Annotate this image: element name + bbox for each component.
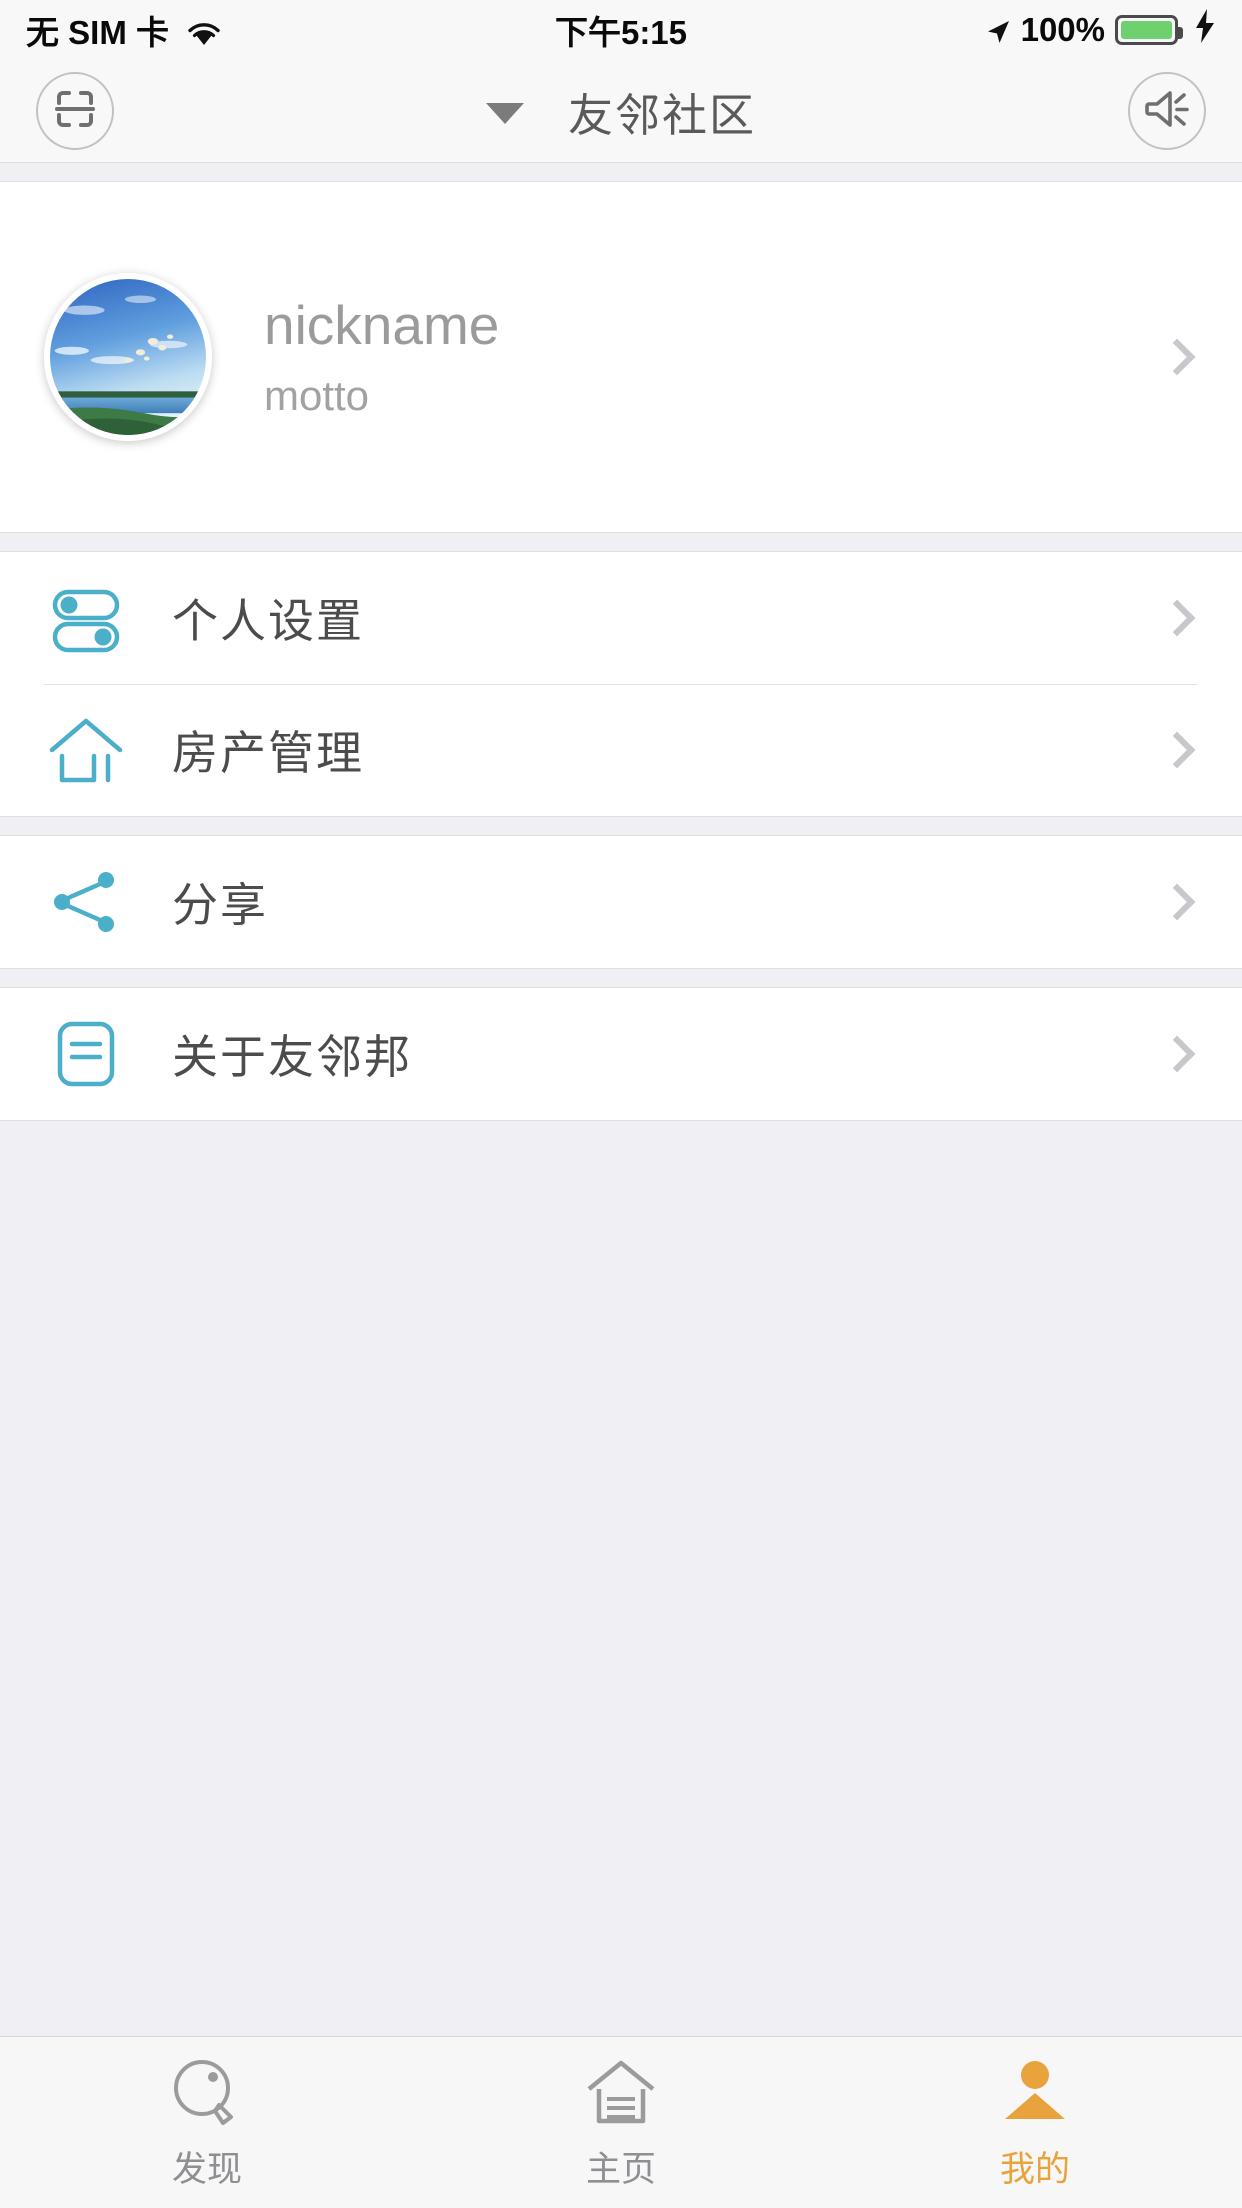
- tab-discover[interactable]: 发现: [0, 2037, 414, 2208]
- caret-down-icon[interactable]: [485, 102, 524, 124]
- chevron-right-icon: [1158, 1035, 1196, 1073]
- profile-card[interactable]: nickname motto: [0, 181, 1242, 533]
- spacer: [0, 163, 1242, 181]
- avatar[interactable]: [44, 273, 212, 441]
- menu-item-label: 分享: [172, 879, 268, 931]
- scan-qr-button[interactable]: [36, 72, 114, 150]
- menu-item-label: 个人设置: [172, 595, 364, 647]
- scan-qr-icon: [52, 86, 98, 137]
- menu-group-share: 分享: [0, 835, 1242, 969]
- page-title: 友邻社区: [567, 89, 756, 141]
- carrier-label: 无 SIM 卡: [26, 14, 170, 51]
- nav-bar: 友邻社区: [0, 60, 1242, 163]
- home-icon: [583, 2053, 659, 2131]
- tab-home[interactable]: 主页: [414, 2037, 828, 2208]
- document-lines-icon: [44, 1012, 128, 1096]
- menu-item-property-management[interactable]: 房产管理: [0, 684, 1242, 816]
- tab-bar: 发现 主页 我的: [0, 2036, 1242, 2208]
- status-bar-left: 无 SIM 卡: [26, 6, 221, 54]
- nickname-label: nickname: [264, 293, 500, 356]
- tab-mine[interactable]: 我的: [828, 2037, 1242, 2208]
- nav-title-group: 友邻社区: [0, 60, 1242, 162]
- announcement-button[interactable]: [1128, 72, 1206, 150]
- status-bar: 无 SIM 卡 下午5:15 100%: [0, 0, 1242, 60]
- chevron-right-icon: [1158, 883, 1196, 921]
- menu-group-settings: 个人设置 房产管理: [0, 551, 1242, 817]
- discover-compass-icon: [169, 2053, 245, 2131]
- location-arrow-icon: [985, 16, 1011, 44]
- chevron-right-icon: [1158, 338, 1196, 376]
- menu-item-about[interactable]: 关于友邻邦: [0, 988, 1242, 1120]
- share-nodes-icon: [44, 860, 128, 944]
- tab-label: 发现: [171, 2150, 242, 2189]
- megaphone-icon: [1143, 87, 1191, 136]
- menu-item-share[interactable]: 分享: [0, 836, 1242, 968]
- tab-label: 主页: [585, 2150, 656, 2189]
- lightning-bolt-icon: [1194, 9, 1216, 51]
- chevron-right-icon: [1158, 599, 1196, 637]
- menu-item-label: 房产管理: [172, 727, 364, 779]
- chevron-right-icon: [1158, 731, 1196, 769]
- menu-group-about: 关于友邻邦: [0, 987, 1242, 1121]
- app-screen: 无 SIM 卡 下午5:15 100% 友邻社区 nickname motto …: [0, 0, 1242, 2208]
- main-content: nickname motto 个人设置 房产管理 分享 关于友邻邦: [0, 163, 1242, 2036]
- wifi-icon: [187, 17, 221, 45]
- battery-percent-label: 100%: [1020, 11, 1105, 48]
- menu-item-label: 关于友邻邦: [172, 1031, 412, 1083]
- toggle-switches-icon: [44, 576, 128, 660]
- profile-row[interactable]: nickname motto: [0, 182, 1242, 532]
- spacer: [0, 969, 1242, 987]
- spacer: [0, 817, 1242, 835]
- house-icon: [44, 708, 128, 792]
- empty-area: [0, 1121, 1242, 1421]
- person-icon: [997, 2053, 1073, 2131]
- profile-text: nickname motto: [264, 293, 500, 419]
- menu-item-personal-settings[interactable]: 个人设置: [0, 552, 1242, 684]
- tab-label: 我的: [999, 2150, 1070, 2189]
- status-bar-right: 100%: [985, 9, 1216, 51]
- spacer: [0, 533, 1242, 551]
- motto-label: motto: [264, 371, 370, 419]
- battery-icon: [1115, 15, 1183, 45]
